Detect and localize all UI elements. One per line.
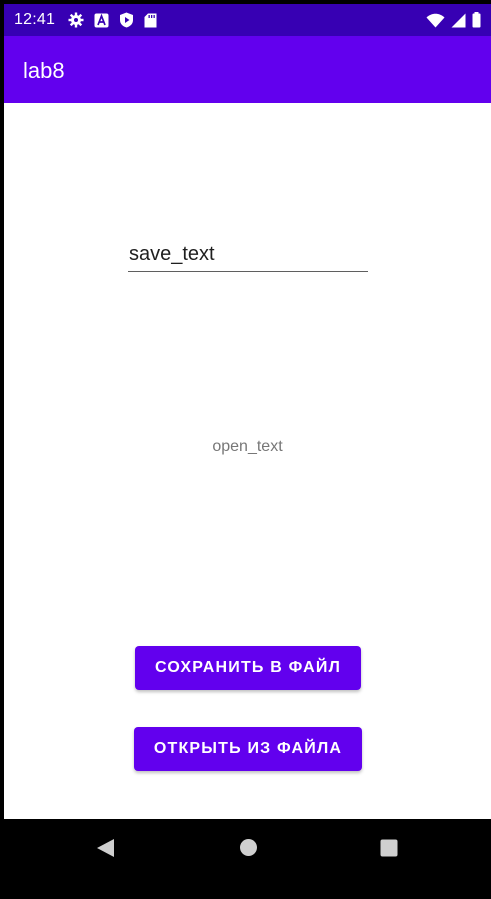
- back-icon[interactable]: [96, 838, 115, 863]
- gear-icon: [68, 12, 84, 28]
- home-icon[interactable]: [239, 838, 258, 862]
- navigation-bar: [0, 819, 491, 899]
- wifi-icon: [426, 13, 445, 28]
- status-icons-left: [68, 12, 157, 28]
- sd-card-icon: [144, 13, 157, 28]
- status-time: 12:41: [14, 11, 56, 28]
- font-a-icon: [94, 13, 109, 28]
- status-icons-right: [426, 12, 481, 28]
- app-title: lab8: [23, 58, 65, 83]
- battery-icon: [472, 12, 481, 28]
- save-text-value: save_text: [129, 243, 215, 265]
- app-bar: lab8: [4, 36, 491, 103]
- main-content: save_text open_text СОХРАНИТЬ В ФАЙЛ ОТК…: [4, 103, 491, 819]
- play-shield-icon: [119, 12, 134, 28]
- open-text-label: open_text: [212, 438, 283, 455]
- save-text-input[interactable]: save_text: [128, 241, 368, 272]
- phone-screen: 12:41 lab8 save_text open_text СОХРАНИТЬ…: [0, 0, 491, 899]
- status-bar: 12:41: [4, 4, 491, 36]
- save-to-file-button[interactable]: СОХРАНИТЬ В ФАЙЛ: [135, 646, 361, 690]
- open-from-file-button[interactable]: ОТКРЫТЬ ИЗ ФАЙЛА: [134, 727, 362, 771]
- recents-icon[interactable]: [380, 839, 398, 862]
- cell-signal-icon: [451, 13, 466, 28]
